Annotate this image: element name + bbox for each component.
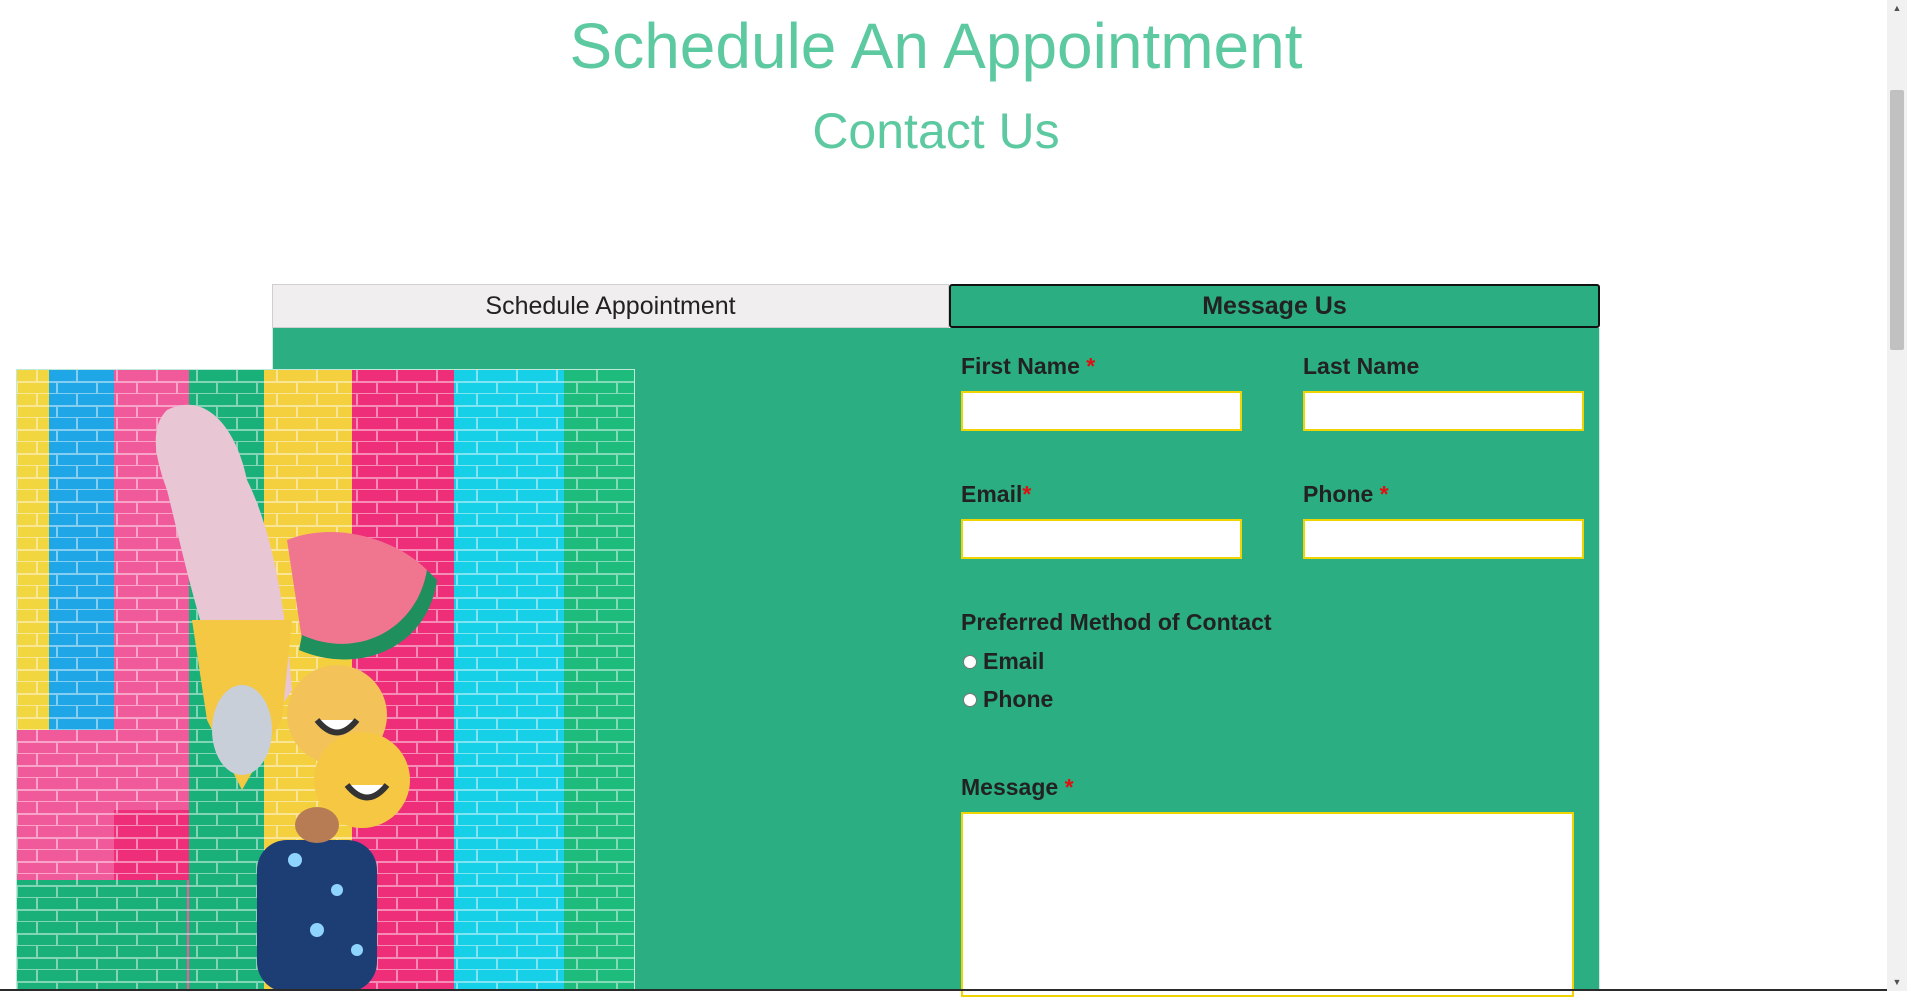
email-radio[interactable] <box>963 654 977 669</box>
first-name-field[interactable] <box>961 391 1242 431</box>
email-radio-label: Email <box>983 648 1045 674</box>
message-textarea[interactable] <box>961 812 1574 997</box>
contact-option-email[interactable]: Email <box>963 648 1044 675</box>
required-mark: * <box>1064 774 1074 800</box>
message-label: Message * <box>961 774 1074 801</box>
scroll-thumb[interactable] <box>1890 90 1904 350</box>
message-label-text: Message <box>961 774 1059 800</box>
required-mark: * <box>1022 481 1032 507</box>
first-name-label: First Name * <box>961 353 1095 380</box>
page: Schedule An Appointment Contact Us Sched… <box>0 0 1887 997</box>
phone-label-text: Phone <box>1303 481 1374 507</box>
required-mark: * <box>1379 481 1389 507</box>
page-scrollbar[interactable]: ▲ ▼ <box>1887 0 1907 991</box>
scroll-down-icon[interactable]: ▼ <box>1887 974 1907 991</box>
tab-schedule-appointment[interactable]: Schedule Appointment <box>272 284 949 328</box>
phone-radio[interactable] <box>963 692 977 707</box>
contact-method-label: Preferred Method of Contact <box>961 609 1272 635</box>
tab-message-us[interactable]: Message Us <box>949 284 1600 328</box>
phone-label: Phone * <box>1303 481 1389 508</box>
balloons-photo <box>16 369 635 991</box>
required-mark: * <box>1086 353 1096 379</box>
phone-radio-label: Phone <box>983 686 1054 712</box>
tab-bar: Schedule Appointment Message Us <box>272 284 1600 328</box>
tab-label: Schedule Appointment <box>485 291 736 320</box>
last-name-field[interactable] <box>1303 391 1584 431</box>
last-name-label: Last Name <box>1303 353 1420 379</box>
phone-field[interactable] <box>1303 519 1584 559</box>
email-label: Email* <box>961 481 1031 508</box>
page-title: Schedule An Appointment <box>569 10 1303 82</box>
tab-label: Message Us <box>1202 291 1347 320</box>
page-subtitle: Contact Us <box>812 103 1060 159</box>
email-label-text: Email <box>961 481 1023 507</box>
email-field[interactable] <box>961 519 1242 559</box>
first-name-label-text: First Name <box>961 353 1080 379</box>
contact-option-phone[interactable]: Phone <box>963 686 1053 713</box>
scroll-up-icon[interactable]: ▲ <box>1887 0 1907 17</box>
